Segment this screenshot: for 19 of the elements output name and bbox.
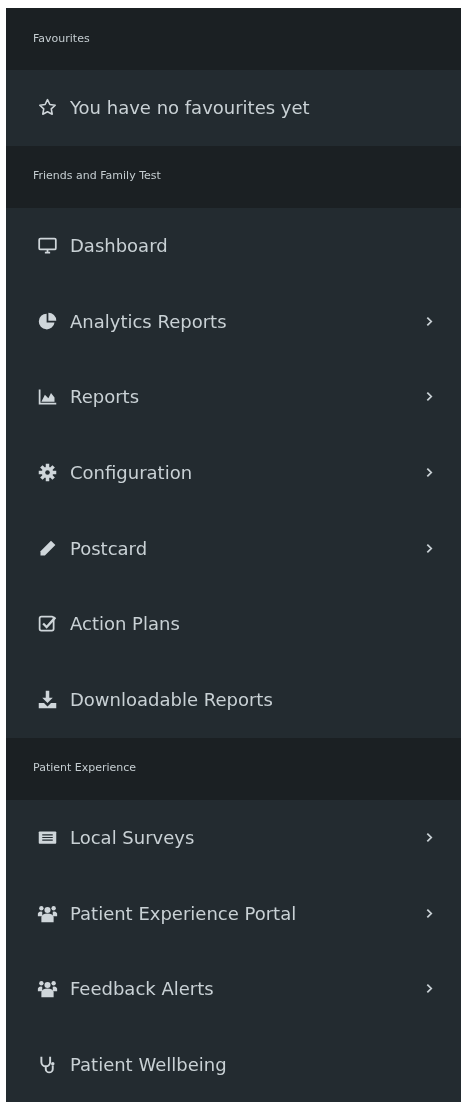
section-heading: Favourites — [33, 30, 90, 47]
menu-item[interactable]: Local Surveys — [6, 799, 461, 876]
menu-item[interactable]: You have no favourites yet — [6, 70, 461, 146]
download-icon — [37, 689, 58, 711]
menu-item[interactable]: Patient Experience Portal — [6, 875, 461, 951]
menu-item[interactable]: Downloadable Reports — [6, 661, 461, 738]
menu-item[interactable]: Reports — [6, 359, 461, 435]
menu-item[interactable]: Dashboard — [6, 207, 461, 284]
section-heading: Friends and Family Test — [33, 168, 161, 185]
menu-item[interactable]: Postcard — [6, 510, 461, 587]
menu-item[interactable]: Configuration — [6, 434, 461, 511]
users-icon — [37, 978, 58, 1000]
pie-chart-icon — [37, 310, 58, 332]
menu-item[interactable]: Action Plans — [6, 586, 461, 662]
menu-item[interactable]: Analytics Reports — [6, 283, 461, 360]
menu-item[interactable]: Patient Wellbeing — [6, 1026, 461, 1103]
gear-icon — [37, 462, 58, 484]
section-heading: Patient Experience — [33, 760, 137, 777]
menu-item[interactable]: Feedback Alerts — [6, 950, 461, 1027]
